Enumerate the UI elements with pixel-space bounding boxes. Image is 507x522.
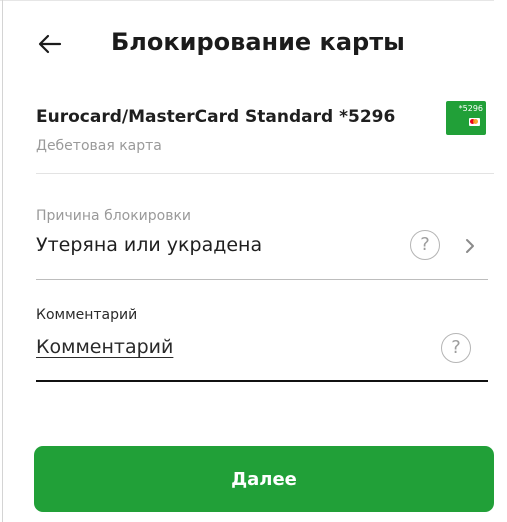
- reason-label: Причина блокировки: [36, 208, 192, 224]
- chevron-right-icon[interactable]: [462, 236, 478, 256]
- top-divider: [0, 0, 494, 1]
- block-card-screen: Блокирование карты Eurocard/MasterCard S…: [0, 0, 507, 522]
- reason-underline: [36, 279, 488, 280]
- comment-input[interactable]: [36, 332, 431, 364]
- card-type: Дебетовая карта: [36, 138, 162, 154]
- comment-underline: [36, 380, 488, 382]
- reason-help-icon[interactable]: ?: [410, 230, 440, 260]
- card-divider: [36, 173, 494, 174]
- back-button[interactable]: [36, 30, 64, 58]
- card-thumbnail: *5296: [446, 101, 486, 135]
- mastercard-logo-icon: [469, 118, 480, 126]
- arrow-left-icon: [38, 34, 62, 54]
- page-title: Блокирование карты: [111, 28, 405, 56]
- next-button[interactable]: Далее: [34, 446, 494, 512]
- left-edge-line: [2, 0, 3, 522]
- card-thumb-number: *5296: [458, 104, 483, 113]
- comment-help-icon[interactable]: ?: [441, 333, 471, 363]
- reason-select[interactable]: Утеряна или украдена: [36, 234, 262, 256]
- comment-label: Комментарий: [36, 307, 138, 323]
- card-name: Eurocard/MasterCard Standard *5296: [36, 107, 396, 127]
